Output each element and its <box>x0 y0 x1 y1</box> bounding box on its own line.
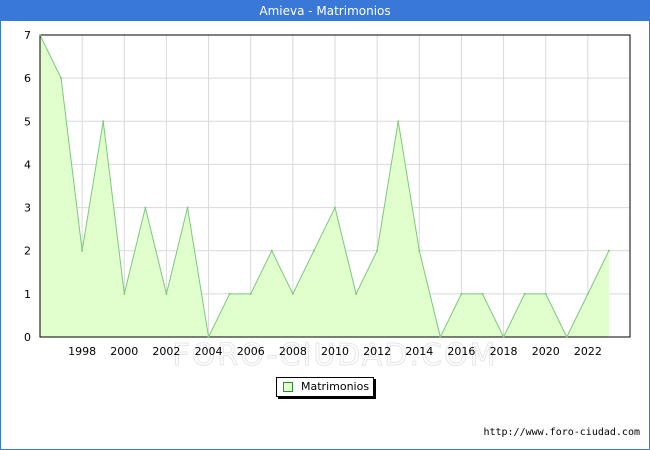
data-point <box>544 292 547 295</box>
x-tick-label: 2002 <box>152 345 180 358</box>
data-point <box>60 77 63 80</box>
data-point <box>81 249 84 252</box>
data-point <box>228 292 231 295</box>
x-tick-label: 2020 <box>532 345 560 358</box>
x-tick-label: 2022 <box>574 345 602 358</box>
legend: Matrimonios <box>276 377 374 397</box>
x-tick-label: 2000 <box>110 345 138 358</box>
legend-label: Matrimonios <box>301 380 370 393</box>
data-point <box>312 249 315 252</box>
x-tick-label: 2018 <box>490 345 518 358</box>
data-point <box>523 292 526 295</box>
x-tick-labels: 1998 2000 2002 2004 2006 2008 2010 2012 2014 2016… <box>68 345 602 358</box>
x-tick-label: 2006 <box>237 345 265 358</box>
x-tick-label: 2016 <box>447 345 475 358</box>
data-point <box>607 249 610 252</box>
y-tick-label: 7 <box>24 29 31 42</box>
x-tick-label: 1998 <box>68 345 96 358</box>
data-point <box>565 336 568 338</box>
y-tick-label: 3 <box>24 202 31 215</box>
data-point <box>165 292 168 295</box>
data-point <box>123 292 126 295</box>
y-tick-label: 1 <box>24 288 31 301</box>
data-point <box>144 206 147 209</box>
y-tick-label: 6 <box>24 72 31 85</box>
data-point <box>376 249 379 252</box>
data-point <box>481 292 484 295</box>
data-point <box>460 292 463 295</box>
data-point <box>270 249 273 252</box>
data-point <box>207 336 210 338</box>
data-point <box>291 292 294 295</box>
x-tick-label: 2012 <box>363 345 391 358</box>
data-point <box>186 206 189 209</box>
data-point <box>418 249 421 252</box>
y-tick-label: 5 <box>24 115 31 128</box>
x-tick-label: 2008 <box>279 345 307 358</box>
x-tick-label: 2010 <box>321 345 349 358</box>
data-point <box>249 292 252 295</box>
y-tick-label: 2 <box>24 245 31 258</box>
y-tick-label: 0 <box>24 331 31 344</box>
x-tick-label: 2004 <box>195 345 223 358</box>
data-point <box>355 292 358 295</box>
data-point <box>397 120 400 123</box>
source-url: http://www.foro-ciudad.com <box>483 427 640 438</box>
y-tick-label: 4 <box>24 158 31 171</box>
data-point <box>39 34 41 36</box>
y-tick-labels: 0 1 2 3 4 5 6 7 <box>24 29 31 344</box>
data-point <box>586 292 589 295</box>
data-point <box>102 120 105 123</box>
data-point <box>439 336 442 338</box>
data-point <box>334 206 336 209</box>
data-point <box>502 336 505 338</box>
legend-swatch <box>283 382 293 392</box>
x-tick-label: 2014 <box>405 345 433 358</box>
